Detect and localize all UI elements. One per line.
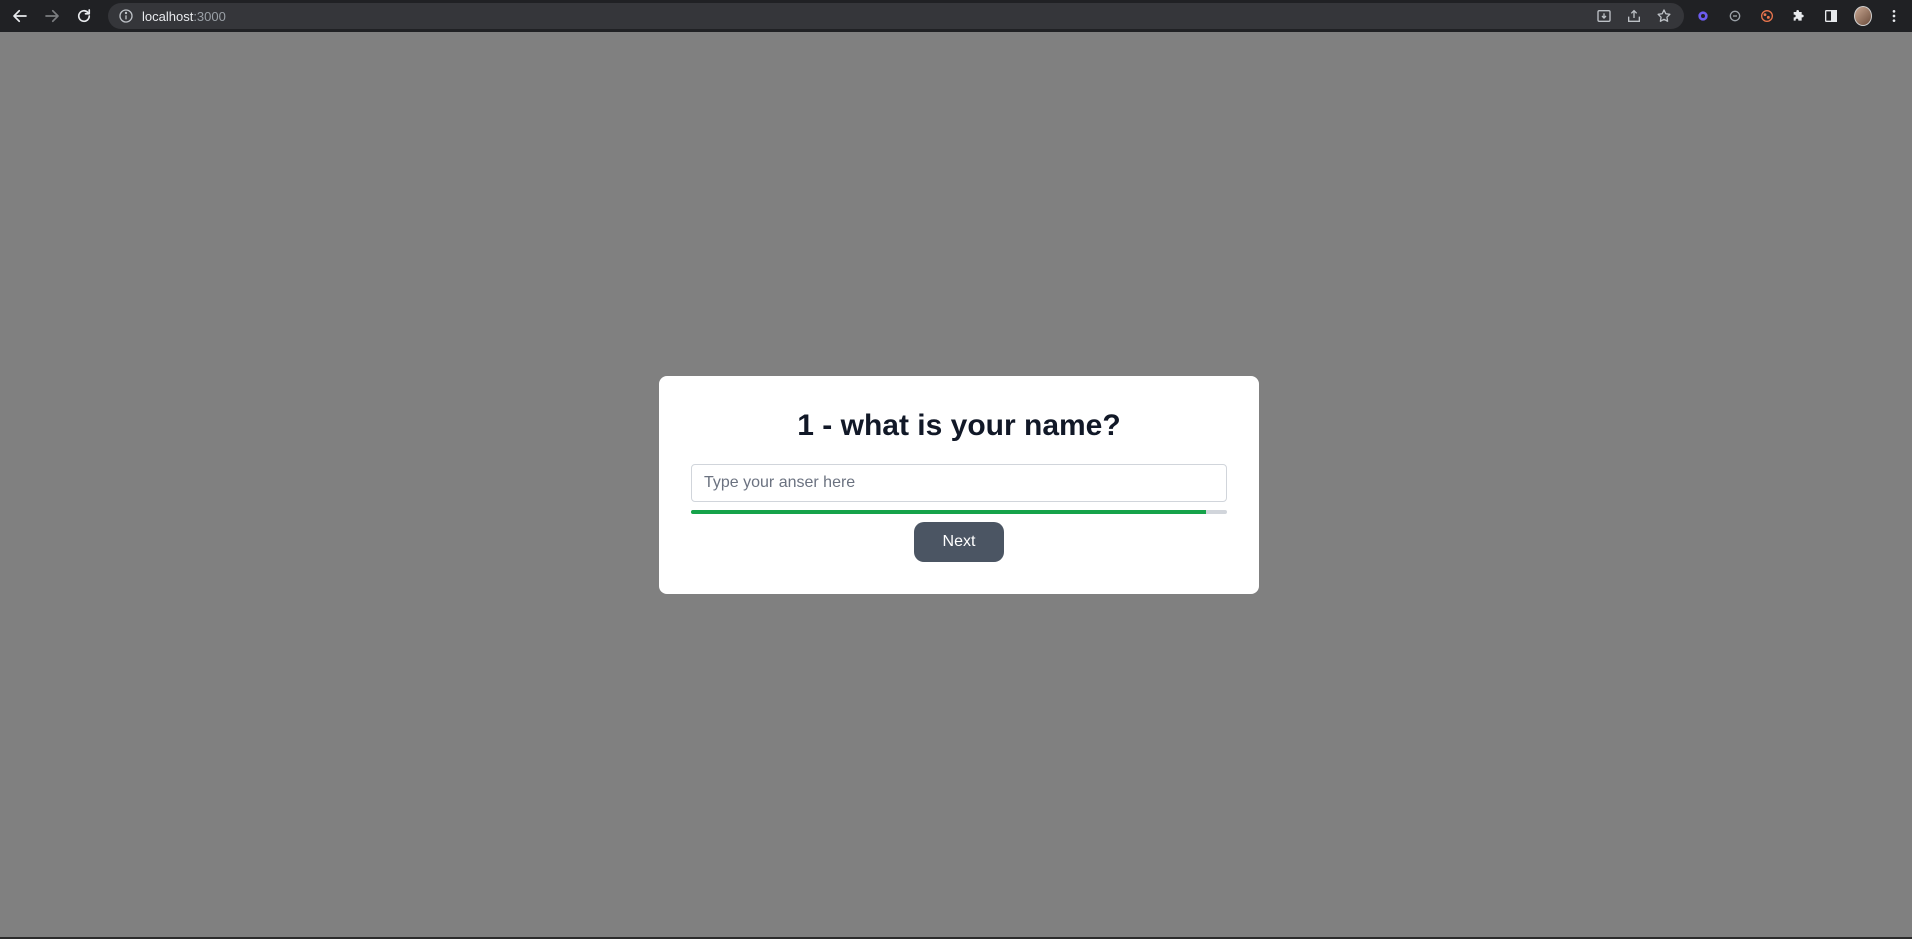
kebab-menu-icon[interactable] [1886, 8, 1902, 24]
info-icon[interactable] [118, 8, 134, 24]
page-viewport: 1 - what is your name? Next [0, 32, 1912, 939]
puzzle-icon [1793, 10, 1804, 21]
question-card: 1 - what is your name? Next [659, 376, 1259, 594]
side-panel-button[interactable] [1822, 7, 1840, 25]
question-title: 1 - what is your name? [797, 409, 1121, 442]
progress-bar [691, 510, 1227, 514]
browser-toolbar: localhost:3000 [0, 0, 1912, 32]
address-bar[interactable]: localhost:3000 [108, 3, 1684, 29]
url-port: :3000 [193, 8, 226, 24]
extensions-button[interactable] [1790, 7, 1808, 25]
next-button[interactable]: Next [914, 522, 1004, 562]
forward-button[interactable] [40, 4, 64, 28]
extension-circle-button[interactable] [1726, 7, 1744, 25]
extension-gear-button[interactable] [1694, 7, 1712, 25]
avatar [1854, 6, 1872, 26]
profile-button[interactable] [1854, 6, 1872, 26]
reload-icon [77, 9, 91, 23]
install-icon[interactable] [1596, 8, 1612, 24]
reload-button[interactable] [72, 4, 96, 28]
url-host: localhost [142, 8, 194, 24]
extension-circle-icon [1729, 10, 1741, 22]
share-icon[interactable] [1626, 8, 1642, 24]
extension-cookie-icon [1761, 10, 1773, 22]
extension-cookie-button[interactable] [1758, 7, 1776, 25]
extensions-tray [1694, 6, 1908, 26]
answer-input[interactable] [691, 464, 1227, 502]
back-button[interactable] [8, 4, 32, 28]
extension-gear-icon [1698, 11, 1708, 21]
side-panel-icon [1825, 10, 1837, 22]
back-arrow-icon [13, 9, 27, 23]
forward-arrow-icon [45, 9, 59, 23]
star-icon[interactable] [1656, 8, 1672, 24]
progress-fill [691, 510, 1206, 514]
